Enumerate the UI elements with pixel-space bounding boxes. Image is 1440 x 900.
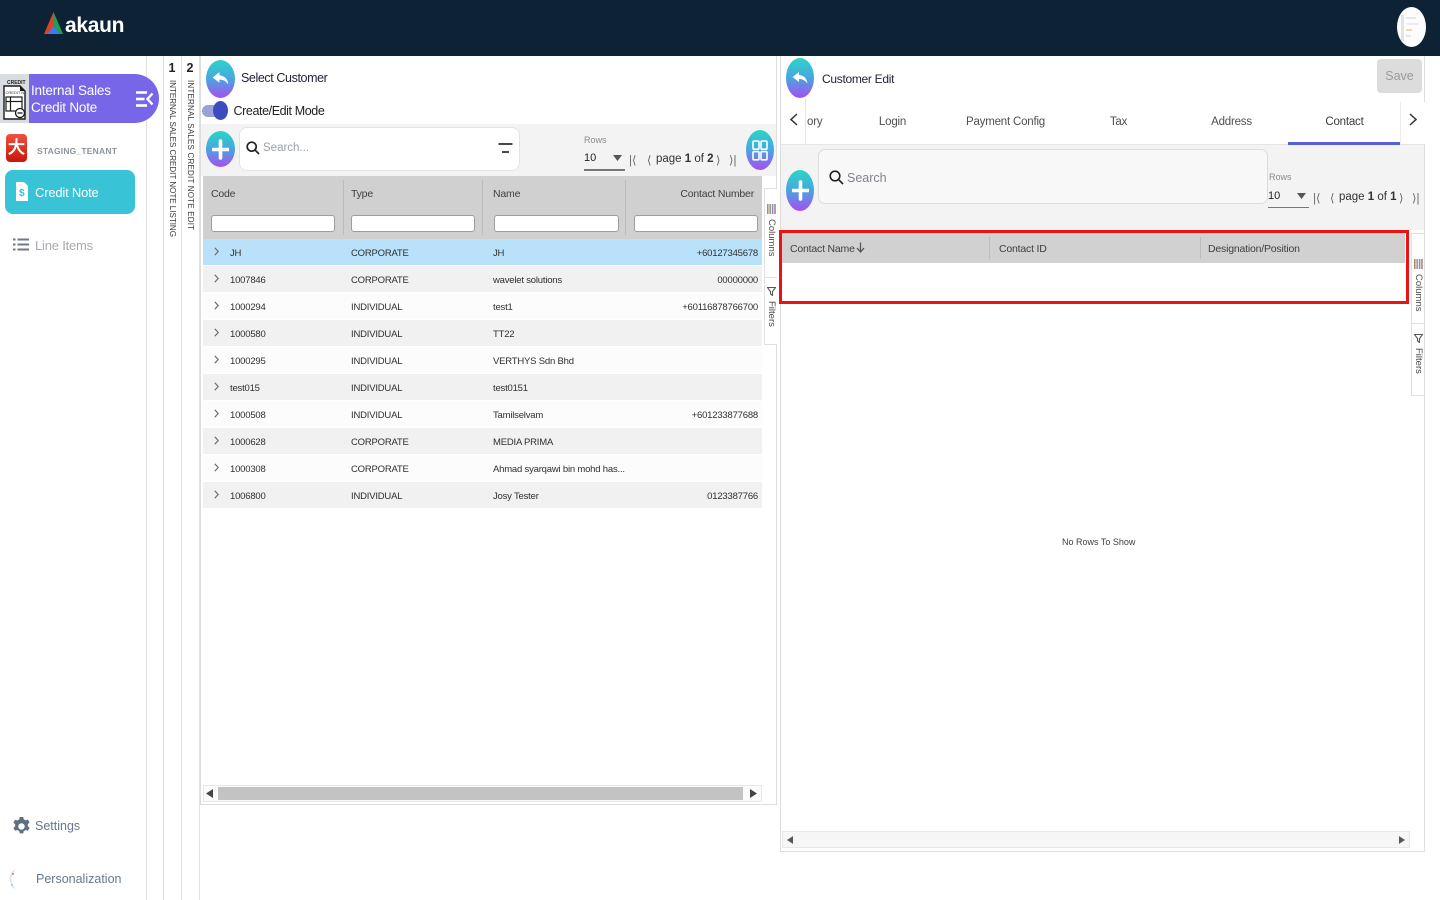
svg-text:CREDIT N: CREDIT N <box>6 90 25 95</box>
svg-text:CREDIT: CREDIT <box>7 80 26 86</box>
svg-text:$: $ <box>19 188 25 199</box>
